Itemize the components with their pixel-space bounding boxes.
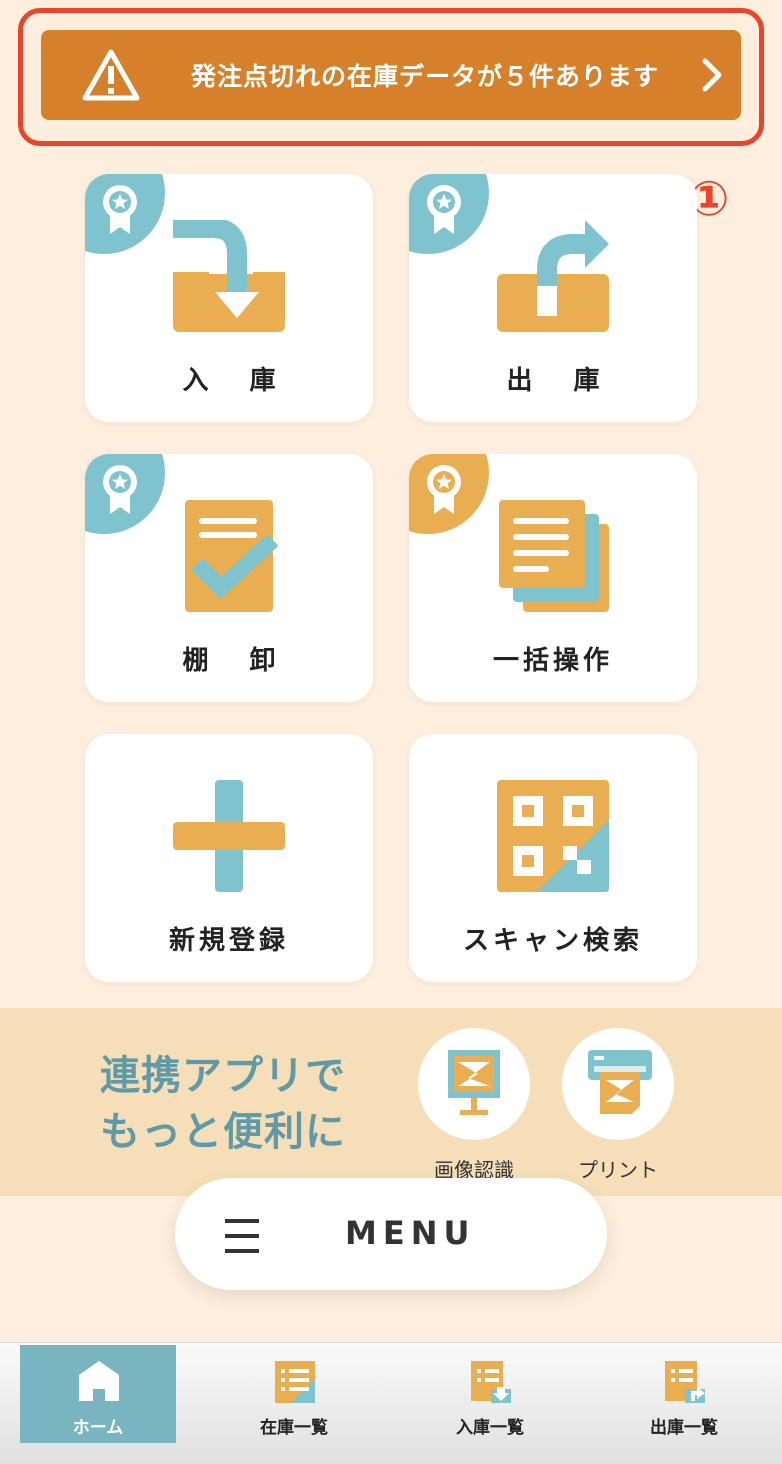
tile-label: 棚 卸 <box>182 646 292 676</box>
nav-label: 出庫一覧 <box>650 1418 718 1438</box>
badge-icon <box>85 454 165 534</box>
nav-home[interactable]: ホーム <box>20 1345 176 1443</box>
badge-icon <box>409 454 489 534</box>
tile-outbound[interactable]: 出 庫 <box>409 174 697 422</box>
inbound-list-icon <box>471 1361 511 1403</box>
tile-label: 出 庫 <box>506 366 616 396</box>
reorder-alert-banner[interactable]: 発注点切れの在庫データが５件あります <box>41 30 741 120</box>
inbound-box-icon <box>173 220 285 332</box>
bottom-navigation: ホーム 在庫一覧 入庫一覧 出庫一覧 <box>0 1342 782 1464</box>
home-icon <box>79 1361 119 1401</box>
tile-stocktake[interactable]: 棚 卸 <box>85 454 373 702</box>
tile-inbound[interactable]: 入 庫 <box>85 174 373 422</box>
menu-label: MENU <box>345 1214 476 1252</box>
image-recognition-icon <box>448 1050 500 1115</box>
hamburger-icon <box>225 1219 259 1253</box>
alert-message: 発注点切れの在庫データが５件あります <box>190 62 659 91</box>
nav-outbound-list[interactable]: 出庫一覧 <box>606 1345 762 1443</box>
chevron-right-icon <box>702 58 722 92</box>
tile-label: 一括操作 <box>492 646 613 676</box>
qr-code-icon <box>497 780 609 892</box>
tile-label: 入 庫 <box>182 366 292 396</box>
tile-label: 新規登録 <box>168 926 289 956</box>
print-label: プリント <box>578 1158 658 1182</box>
inventory-list-icon <box>275 1361 315 1403</box>
partner-apps-title: 連携アプリで もっと便利に <box>100 1053 346 1155</box>
menu-button[interactable]: MENU <box>175 1178 607 1290</box>
image-recognition-app-button[interactable] <box>418 1028 530 1140</box>
nav-inbound-list[interactable]: 入庫一覧 <box>412 1345 568 1443</box>
outbound-list-icon <box>665 1361 705 1403</box>
nav-label: 入庫一覧 <box>456 1418 524 1438</box>
tile-new-registration[interactable]: 新規登録 <box>85 734 373 982</box>
checklist-icon <box>185 500 279 612</box>
stacked-documents-icon <box>499 500 609 612</box>
nav-inventory-list[interactable]: 在庫一覧 <box>216 1345 372 1443</box>
badge-icon <box>85 174 165 254</box>
nav-label: 在庫一覧 <box>260 1418 328 1438</box>
badge-icon <box>409 174 489 254</box>
warning-icon <box>82 49 140 101</box>
tile-bulk-operation[interactable]: 一括操作 <box>409 454 697 702</box>
print-app-button[interactable] <box>562 1028 674 1140</box>
outbound-box-icon <box>497 220 609 332</box>
nav-label: ホーム <box>72 1418 124 1438</box>
tile-scan-search[interactable]: スキャン検索 <box>409 734 697 982</box>
plus-icon <box>173 780 285 892</box>
tile-label: スキャン検索 <box>462 926 643 956</box>
printer-icon <box>588 1050 652 1114</box>
